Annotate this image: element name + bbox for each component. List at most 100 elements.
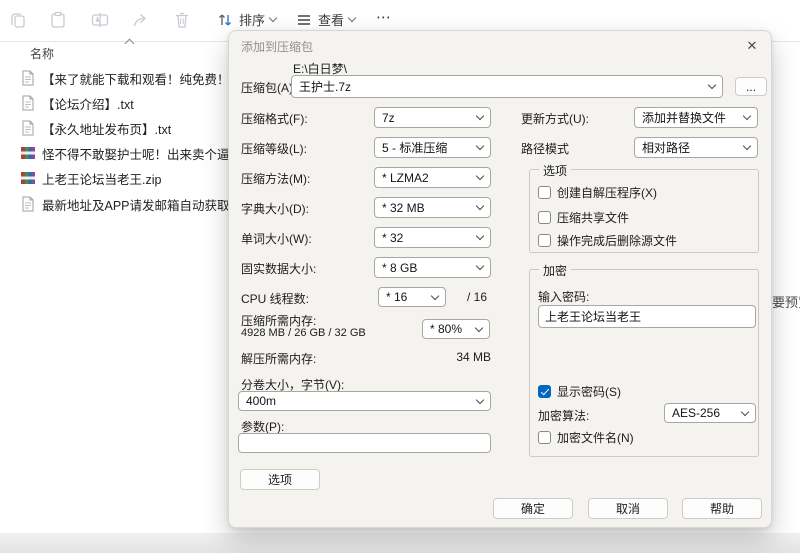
paste-icon[interactable]	[48, 10, 68, 30]
text-file-icon	[22, 120, 34, 136]
volume-size-combo[interactable]: 400m	[238, 391, 491, 411]
chevron-down-icon	[475, 141, 485, 151]
encryption-group: 加密 输入密码: 显示密码(S) 加密算法: AES-256 加密文件名(N)	[529, 262, 759, 457]
method-value: * LZMA2	[382, 170, 429, 185]
sort-menu[interactable]: 排序	[216, 10, 278, 29]
mem-decompress-value: 34 MB	[456, 350, 491, 364]
share-icon[interactable]	[131, 10, 151, 30]
checkbox-label: 压缩共享文件	[557, 211, 630, 225]
chevron-down-icon	[740, 407, 750, 416]
chevron-down-icon	[707, 80, 717, 90]
help-button[interactable]: 帮助	[682, 498, 762, 519]
checkbox-shared-files[interactable]: 压缩共享文件	[538, 209, 629, 226]
cpu-threads-total: / 16	[467, 290, 488, 304]
sort-arrows-icon	[219, 14, 231, 25]
checkbox-create-sfx[interactable]: 创建自解压程序(X)	[538, 184, 657, 201]
checkbox-show-password[interactable]: 显示密码(S)	[538, 383, 621, 400]
close-icon[interactable]: ✕	[743, 37, 761, 55]
text-file-icon	[22, 70, 34, 86]
ok-button[interactable]: 确定	[493, 498, 573, 519]
text-file-icon	[22, 95, 34, 111]
file-row[interactable]: 【论坛介绍】.txt	[20, 91, 232, 115]
chevron-down-icon	[475, 395, 485, 404]
level-combo[interactable]: 5 - 标准压缩	[374, 137, 491, 158]
text-file-icon	[22, 196, 34, 212]
mem-decompress-label: 解压所需内存:	[241, 352, 317, 366]
method-label: 压缩方法(M):	[241, 172, 311, 186]
solid-size-label: 固实数据大小:	[241, 262, 317, 276]
rename-icon[interactable]	[90, 10, 110, 30]
view-menu[interactable]: 查看	[295, 10, 357, 29]
options-group: 选项 创建自解压程序(X) 压缩共享文件 操作完成后删除源文件	[529, 162, 759, 253]
mem-usage-combo[interactable]: * 80%	[422, 319, 490, 339]
cpu-threads-value: * 16	[386, 290, 408, 304]
dict-size-value: * 32 MB	[382, 200, 425, 215]
password-input[interactable]	[538, 305, 756, 328]
archive-name-value: 王护士.7z	[299, 80, 352, 94]
path-mode-combo[interactable]: 相对路径	[634, 137, 758, 158]
dict-size-label: 字典大小(D):	[241, 202, 309, 216]
add-to-archive-dialog: 添加到压缩包 ✕ 压缩包(A): E:\白日梦\ 王护士.7z ... 压缩格式…	[228, 30, 772, 528]
file-row[interactable]: 最新地址及APP请发邮箱自动获取！！！	[20, 192, 232, 216]
solid-size-value: * 8 GB	[382, 260, 418, 275]
chevron-down-icon	[475, 201, 485, 211]
checkbox-label: 加密文件名(N)	[557, 431, 634, 445]
checkbox-label: 显示密码(S)	[557, 385, 621, 399]
update-mode-combo[interactable]: 添加并替换文件	[634, 107, 758, 128]
chevron-down-icon	[475, 231, 485, 241]
format-label: 压缩格式(F):	[241, 112, 308, 126]
chevron-down-icon	[268, 13, 278, 22]
checkbox-label: 操作完成后删除源文件	[557, 234, 678, 248]
checkbox-icon[interactable]	[538, 211, 551, 224]
file-name: 【论坛介绍】.txt	[42, 97, 134, 112]
file-row[interactable]: 【永久地址发布页】.txt	[20, 116, 232, 140]
chevron-down-icon	[475, 171, 485, 181]
checkbox-delete-after[interactable]: 操作完成后删除源文件	[538, 232, 677, 249]
explorer-window: 排序 查看 ⋯ 名称 【来了就能下载和观看！纯免费！】.txt 【论坛介绍】.t…	[0, 0, 800, 553]
delete-icon[interactable]	[172, 10, 192, 30]
checkbox-icon[interactable]	[538, 186, 551, 199]
copy-icon[interactable]	[8, 10, 28, 30]
update-mode-label: 更新方式(U):	[521, 112, 589, 126]
checkbox-icon[interactable]	[538, 431, 551, 444]
level-label: 压缩等级(L):	[241, 142, 308, 156]
encryption-method-combo[interactable]: AES-256	[664, 403, 756, 423]
checkbox-encrypt-names[interactable]: 加密文件名(N)	[538, 429, 634, 446]
file-row[interactable]: 上老王论坛当老王.zip	[20, 166, 232, 190]
format-combo[interactable]: 7z	[374, 107, 491, 128]
encryption-method-value: AES-256	[672, 406, 721, 420]
column-header-name[interactable]: 名称	[30, 45, 54, 62]
archive-name-combo[interactable]: 王护士.7z	[291, 75, 723, 98]
chevron-down-icon	[742, 111, 752, 121]
checkbox-label: 创建自解压程序(X)	[557, 186, 657, 200]
chevron-down-icon	[347, 13, 357, 22]
password-label: 输入密码:	[538, 290, 590, 304]
checkbox-icon[interactable]	[538, 234, 551, 247]
word-size-value: * 32	[382, 230, 404, 245]
file-name: 怪不得不敢娶护士呢！出来卖个逼0a5bf.	[42, 147, 232, 162]
winrar-archive-icon	[21, 147, 35, 159]
cpu-threads-combo[interactable]: * 16	[378, 287, 446, 307]
sort-label: 排序	[239, 13, 266, 28]
word-size-combo[interactable]: * 32	[374, 227, 491, 248]
parameters-input[interactable]	[238, 433, 491, 453]
options-group-title: 选项	[539, 162, 572, 179]
browse-button[interactable]: ...	[735, 77, 767, 96]
mem-usage-value: * 80%	[430, 322, 463, 336]
more-options-icon[interactable]: ⋯	[376, 8, 392, 26]
file-row[interactable]: 怪不得不敢娶护士呢！出来卖个逼0a5bf.	[20, 141, 232, 165]
chevron-down-icon	[475, 111, 485, 121]
volume-size-value: 400m	[246, 394, 277, 408]
dialog-title: 添加到压缩包	[241, 40, 314, 54]
file-name: 【来了就能下载和观看！纯免费！】.txt	[42, 72, 232, 87]
cancel-button[interactable]: 取消	[588, 498, 668, 519]
view-label: 查看	[318, 13, 345, 28]
checkbox-checked-icon[interactable]	[538, 385, 551, 398]
file-row[interactable]: 【来了就能下载和观看！纯免费！】.txt	[20, 66, 232, 90]
solid-size-combo[interactable]: * 8 GB	[374, 257, 491, 278]
method-combo[interactable]: * LZMA2	[374, 167, 491, 188]
options-button[interactable]: 选项	[240, 469, 320, 490]
dict-size-combo[interactable]: * 32 MB	[374, 197, 491, 218]
encryption-method-label: 加密算法:	[538, 409, 590, 423]
archive-label: 压缩包(A):	[241, 81, 297, 95]
